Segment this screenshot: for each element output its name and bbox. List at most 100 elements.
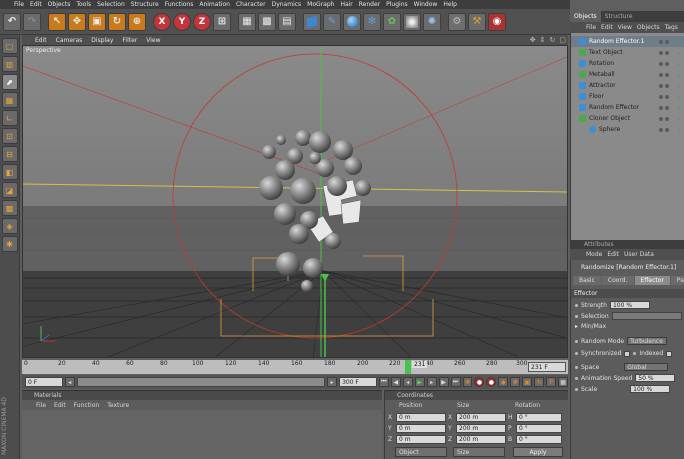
check-icon[interactable]: ✓ (677, 83, 683, 90)
workplane-icon[interactable]: ◪ (1, 182, 18, 198)
rotation-h-field[interactable]: 0 ° (516, 413, 562, 422)
pen-spline-icon[interactable]: ✎ (323, 12, 341, 31)
axis-z-lock-button[interactable]: Z (193, 12, 211, 31)
attr-menu-edit[interactable]: Edit (607, 251, 619, 258)
obj-menu-tags[interactable]: Tags (665, 24, 678, 31)
axis-x-lock-button[interactable]: X (153, 12, 171, 31)
object-mode-icon[interactable]: ⬈ (1, 74, 18, 90)
list-item[interactable]: Sphere ✓ (571, 124, 684, 135)
space-dropdown[interactable]: Global (624, 363, 669, 371)
check-icon[interactable]: ✓ (677, 116, 683, 123)
nurbs-icon[interactable] (343, 12, 361, 31)
deformer-icon[interactable]: ✿ (383, 12, 401, 31)
attr-menu-userdata[interactable]: User Data (624, 251, 654, 258)
tab-parameter[interactable]: Parameter (670, 276, 684, 285)
model-mode-icon[interactable]: ▥ (1, 56, 18, 72)
menu-dynamics[interactable]: Dynamics (272, 1, 302, 8)
prev-frame-icon[interactable]: ◂ (402, 377, 413, 387)
mat-menu-function[interactable]: Function (74, 402, 100, 409)
visibility-dots[interactable] (659, 72, 677, 77)
rotate-icon[interactable]: ↻ (108, 12, 126, 31)
animation-speed-field[interactable]: 50 % (635, 374, 676, 382)
list-item[interactable]: Cloner Object ✓ (571, 113, 684, 124)
next-frame-icon[interactable]: ▸ (426, 377, 437, 387)
coordinate-system-icon[interactable]: ⊞ (213, 12, 231, 31)
texture-mode-icon[interactable]: ▦ (1, 92, 18, 108)
preview-range-slider[interactable] (76, 377, 326, 387)
visibility-dots[interactable] (659, 94, 677, 99)
orbit-icon[interactable]: ↻ (550, 36, 556, 44)
menu-structure[interactable]: Structure (131, 1, 159, 8)
scene-icon[interactable] (403, 12, 421, 31)
list-item[interactable]: Rotation ✓ (571, 58, 684, 69)
strength-field[interactable]: 100 % (609, 301, 650, 309)
menu-edit[interactable]: Edit (30, 1, 42, 8)
rotation-b-field[interactable]: 0 ° (516, 435, 562, 444)
prev-key-icon[interactable]: ◀ (390, 377, 401, 387)
pan-icon[interactable]: ✥ (530, 36, 536, 44)
position-y-field[interactable]: 0 m (396, 424, 446, 433)
render-picture-viewer-icon[interactable]: ▩ (258, 12, 276, 31)
position-key-icon[interactable]: ✥ (510, 377, 521, 387)
move-key-icon[interactable]: ✥ (462, 377, 473, 387)
obj-menu-file[interactable]: File (586, 24, 596, 31)
size-mode-dropdown[interactable]: Size (453, 447, 505, 457)
list-item[interactable]: Floor ✓ (571, 91, 684, 102)
points-mode-icon[interactable]: ⊡ (1, 128, 18, 144)
make-editable-icon[interactable]: ▢ (1, 38, 18, 54)
list-item[interactable]: Attractor ✓ (571, 80, 684, 91)
tab-coord[interactable]: Coord. (601, 276, 634, 285)
visibility-dots[interactable] (659, 83, 677, 88)
obj-menu-objects[interactable]: Objects (637, 24, 660, 31)
tweak-mode-icon[interactable]: ▩ (1, 200, 18, 216)
vp-menu-display[interactable]: Display (91, 37, 113, 44)
visibility-dots[interactable] (659, 39, 677, 44)
go-to-end-icon[interactable]: ⏭ (450, 377, 461, 387)
menu-mograph[interactable]: MoGraph (307, 1, 334, 8)
chevron-left-icon[interactable]: ◂ (64, 377, 75, 387)
point-level-icon[interactable]: ▦ (558, 377, 569, 387)
selection-field[interactable] (611, 312, 682, 320)
attr-menu-mode[interactable]: Mode (586, 251, 602, 258)
edges-mode-icon[interactable]: ⊟ (1, 146, 18, 162)
indexed-checkbox[interactable] (666, 350, 673, 357)
menu-help[interactable]: Help (443, 1, 457, 8)
check-icon[interactable]: ✓ (677, 105, 683, 112)
scale-icon[interactable]: ▣ (88, 12, 106, 31)
move-icon[interactable]: ✥ (68, 12, 86, 31)
light-icon[interactable]: ✺ (423, 12, 441, 31)
live-selection-icon[interactable]: ↖ (48, 12, 66, 31)
check-icon[interactable]: ✓ (677, 50, 683, 57)
perspective-viewport[interactable]: Perspective (22, 45, 568, 358)
check-icon[interactable]: ✓ (677, 94, 683, 101)
minmax-row[interactable]: ▸ Min/Max (575, 323, 606, 330)
render-settings-icon[interactable]: ▤ (278, 12, 296, 31)
obj-menu-edit[interactable]: Edit (601, 24, 613, 31)
size-y-field[interactable]: 200 m (456, 424, 506, 433)
undo-icon[interactable]: ↶ (3, 12, 21, 31)
current-frame-field[interactable]: 231 F (528, 362, 566, 372)
end-frame-field[interactable]: 300 F (339, 377, 377, 387)
redo-icon[interactable]: ↷ (23, 12, 41, 31)
go-to-start-icon[interactable]: ⏮ (378, 377, 389, 387)
obj-menu-view[interactable]: View (618, 24, 632, 31)
start-frame-field[interactable]: 0 F (25, 377, 63, 387)
next-key-icon[interactable]: ▶ (438, 377, 449, 387)
mat-menu-file[interactable]: File (36, 402, 46, 409)
plugins-tool-icon[interactable]: ⚙ (448, 12, 466, 31)
check-icon[interactable]: ✓ (677, 39, 683, 46)
polygons-mode-icon[interactable]: ◧ (1, 164, 18, 180)
menu-functions[interactable]: Functions (165, 1, 194, 8)
apply-button[interactable]: Apply (513, 447, 563, 457)
autokey-icon[interactable]: ● (486, 377, 497, 387)
tab-structure[interactable]: Structure (601, 11, 637, 22)
menu-render[interactable]: Render (359, 1, 380, 8)
vp-menu-cameras[interactable]: Cameras (56, 37, 83, 44)
maximize-icon[interactable]: ▢ (559, 36, 566, 44)
interactive-render-icon[interactable]: ⚒ (468, 12, 486, 31)
cube-primitive-icon[interactable] (303, 12, 321, 31)
array-icon[interactable]: ✻ (363, 12, 381, 31)
visibility-dots[interactable] (659, 127, 677, 132)
snap-icon[interactable]: ◈ (1, 218, 18, 234)
tab-basic[interactable]: Basic (573, 276, 601, 285)
